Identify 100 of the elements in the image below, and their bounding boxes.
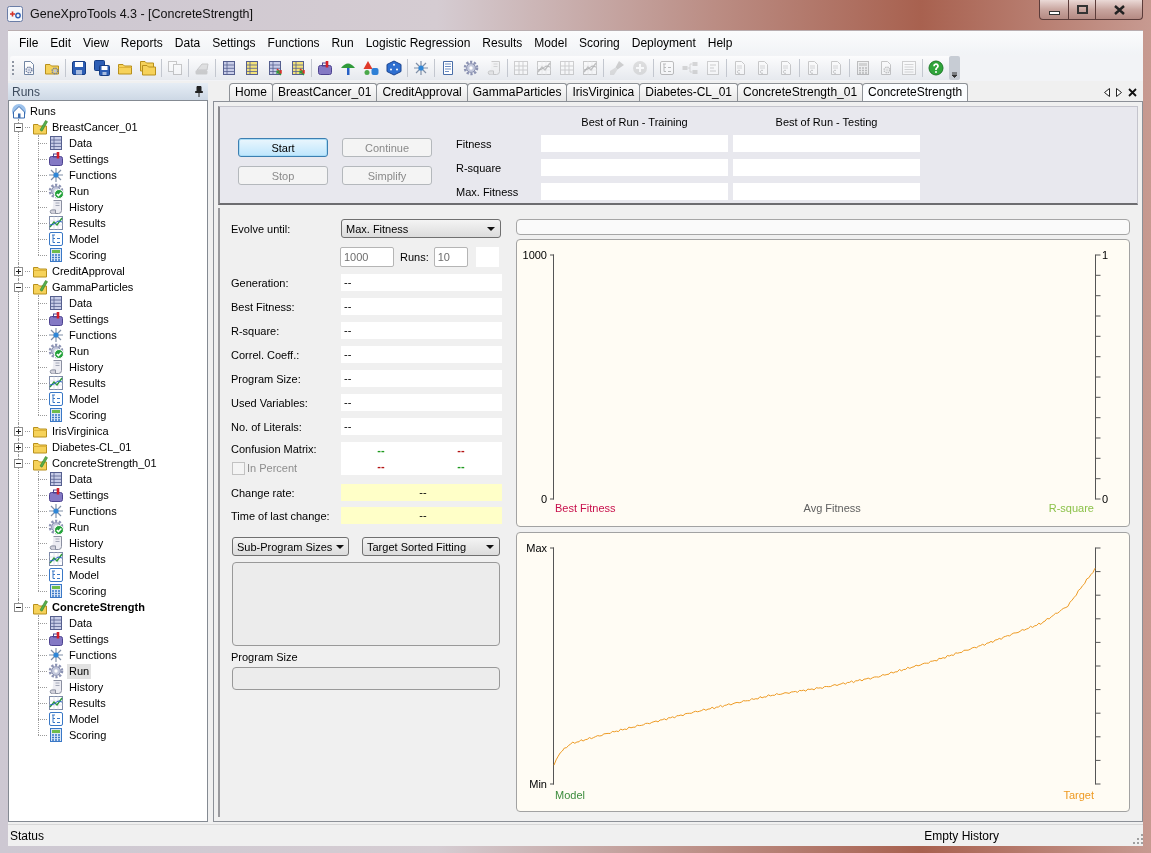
tree-item[interactable]: Run xyxy=(67,343,92,359)
close-icon[interactable] xyxy=(1128,87,1137,97)
menu-item[interactable]: View xyxy=(77,32,115,54)
menu-item[interactable]: Settings xyxy=(206,32,262,54)
menu-item[interactable]: Reports xyxy=(114,32,169,54)
dice-icon[interactable] xyxy=(385,60,402,76)
tree-item[interactable]: History xyxy=(67,359,106,375)
tree-item[interactable]: Data xyxy=(67,135,95,151)
tree-item[interactable]: Scoring xyxy=(67,407,109,423)
tree-item[interactable]: ConcreteStrength xyxy=(50,599,147,615)
tree-item[interactable]: Settings xyxy=(67,631,111,647)
tab[interactable]: BreastCancer_01 xyxy=(272,83,378,101)
tab[interactable]: ConcreteStrength xyxy=(862,83,969,101)
grip-icon[interactable] xyxy=(10,60,16,76)
expand-icon[interactable] xyxy=(14,442,23,452)
dropdown[interactable]: Max. Fitness xyxy=(341,219,501,238)
floppy-disks-icon[interactable] xyxy=(93,60,110,76)
tree-item[interactable]: Functions xyxy=(67,327,119,343)
pin-icon[interactable] xyxy=(195,86,203,97)
action-button[interactable]: Start xyxy=(238,138,328,157)
tree-item[interactable]: CreditApproval xyxy=(50,263,127,279)
shapes-icon[interactable] xyxy=(362,60,379,76)
input-field[interactable]: 1000 xyxy=(340,247,394,267)
collapse-icon[interactable] xyxy=(14,602,23,612)
close-button[interactable] xyxy=(1095,0,1143,20)
collapse-icon[interactable] xyxy=(14,282,23,292)
help-icon[interactable] xyxy=(927,60,944,76)
table-arrows-icon[interactable] xyxy=(289,60,306,76)
maximize-button[interactable] xyxy=(1068,0,1096,20)
menu-item[interactable]: Run xyxy=(325,32,360,54)
tree-item[interactable]: Run xyxy=(67,663,92,679)
dropdown[interactable]: Target Sorted Fitting xyxy=(362,537,500,556)
tab[interactable]: Home xyxy=(229,83,273,101)
starburst-icon[interactable] xyxy=(412,60,429,76)
tree-item[interactable]: Settings xyxy=(67,311,111,327)
menu-item[interactable]: Help xyxy=(701,32,739,54)
tree-item[interactable]: Results xyxy=(67,215,108,231)
table-arrows-icon[interactable] xyxy=(266,60,283,76)
tree-item[interactable]: Model xyxy=(67,391,101,407)
tree-item[interactable]: ConcreteStrength_01 xyxy=(50,455,159,471)
menu-item[interactable]: Results xyxy=(476,32,529,54)
tab[interactable]: GammaParticles xyxy=(466,83,568,101)
tree-item[interactable]: Results xyxy=(67,375,108,391)
input-field[interactable]: 10 xyxy=(433,247,468,267)
tree-item[interactable]: Functions xyxy=(67,503,119,519)
resize-grip-icon[interactable] xyxy=(1132,833,1143,844)
tree-item[interactable]: Model xyxy=(67,231,101,247)
menu-item[interactable]: Model xyxy=(528,32,574,54)
tree-item[interactable]: Functions xyxy=(67,167,119,183)
menu-item[interactable]: Edit xyxy=(44,32,78,54)
tree-item[interactable]: Run xyxy=(67,519,92,535)
tree-item[interactable]: History xyxy=(67,535,106,551)
tree-item[interactable]: History xyxy=(67,199,106,215)
scroll-icon xyxy=(48,535,64,551)
tree-item[interactable]: Model xyxy=(67,711,101,727)
tree-item[interactable]: GammaParticles xyxy=(50,279,136,295)
tree-item[interactable]: Data xyxy=(67,295,95,311)
expand-icon[interactable] xyxy=(14,266,23,276)
tree-item[interactable]: History xyxy=(67,679,106,695)
toolbox-icon[interactable] xyxy=(316,60,333,76)
dropdown[interactable]: Sub-Program Sizes xyxy=(232,537,349,556)
tab[interactable]: IrisVirginica xyxy=(566,83,641,101)
table-icon[interactable] xyxy=(220,60,237,76)
tree-item[interactable]: Runs xyxy=(28,103,58,119)
tree-item[interactable]: Results xyxy=(67,695,108,711)
collapse-icon[interactable] xyxy=(14,122,23,132)
tree-item[interactable]: IrisVirginica xyxy=(50,423,111,439)
menu-item[interactable]: Deployment xyxy=(625,32,702,54)
folders-icon[interactable] xyxy=(139,60,156,76)
expand-icon[interactable] xyxy=(14,426,23,436)
tree-item[interactable]: Scoring xyxy=(67,727,109,743)
menu-item[interactable]: Logistic Regression xyxy=(359,32,477,54)
tree-item[interactable]: Run xyxy=(67,183,92,199)
tab[interactable]: CreditApproval xyxy=(376,83,468,101)
tree-item[interactable]: Data xyxy=(67,615,95,631)
tree-item[interactable]: BreastCancer_01 xyxy=(50,119,140,135)
tab[interactable]: ConcreteStrength_01 xyxy=(737,83,864,101)
tree-item[interactable]: Diabetes-CL_01 xyxy=(50,439,134,455)
menu-item[interactable]: Functions xyxy=(261,32,326,54)
gear-icon[interactable] xyxy=(462,60,479,76)
tree-item[interactable]: Data xyxy=(67,471,95,487)
tree-item[interactable]: Settings xyxy=(67,151,111,167)
tree-item[interactable]: Functions xyxy=(67,647,119,663)
tree-item[interactable]: Model xyxy=(67,567,101,583)
tree-item[interactable]: Scoring xyxy=(67,583,109,599)
menu-item[interactable]: Data xyxy=(168,32,207,54)
scroll-right-icon[interactable] xyxy=(1116,87,1122,97)
status-text: Empty History xyxy=(924,828,999,843)
menu-item[interactable]: Scoring xyxy=(573,32,626,54)
overflow-icon[interactable] xyxy=(949,56,960,80)
tree-item[interactable]: Results xyxy=(67,551,108,567)
collapse-icon[interactable] xyxy=(14,458,23,468)
scroll-left-icon[interactable] xyxy=(1104,87,1110,97)
axis-label: 1 xyxy=(1102,249,1109,261)
table-icon[interactable] xyxy=(243,60,260,76)
tab[interactable]: Diabetes-CL_01 xyxy=(639,83,738,101)
tree-item[interactable]: Settings xyxy=(67,487,111,503)
tree-item[interactable]: Scoring xyxy=(67,247,109,263)
menu-item[interactable]: File xyxy=(13,32,45,54)
minimize-button[interactable] xyxy=(1039,0,1069,20)
